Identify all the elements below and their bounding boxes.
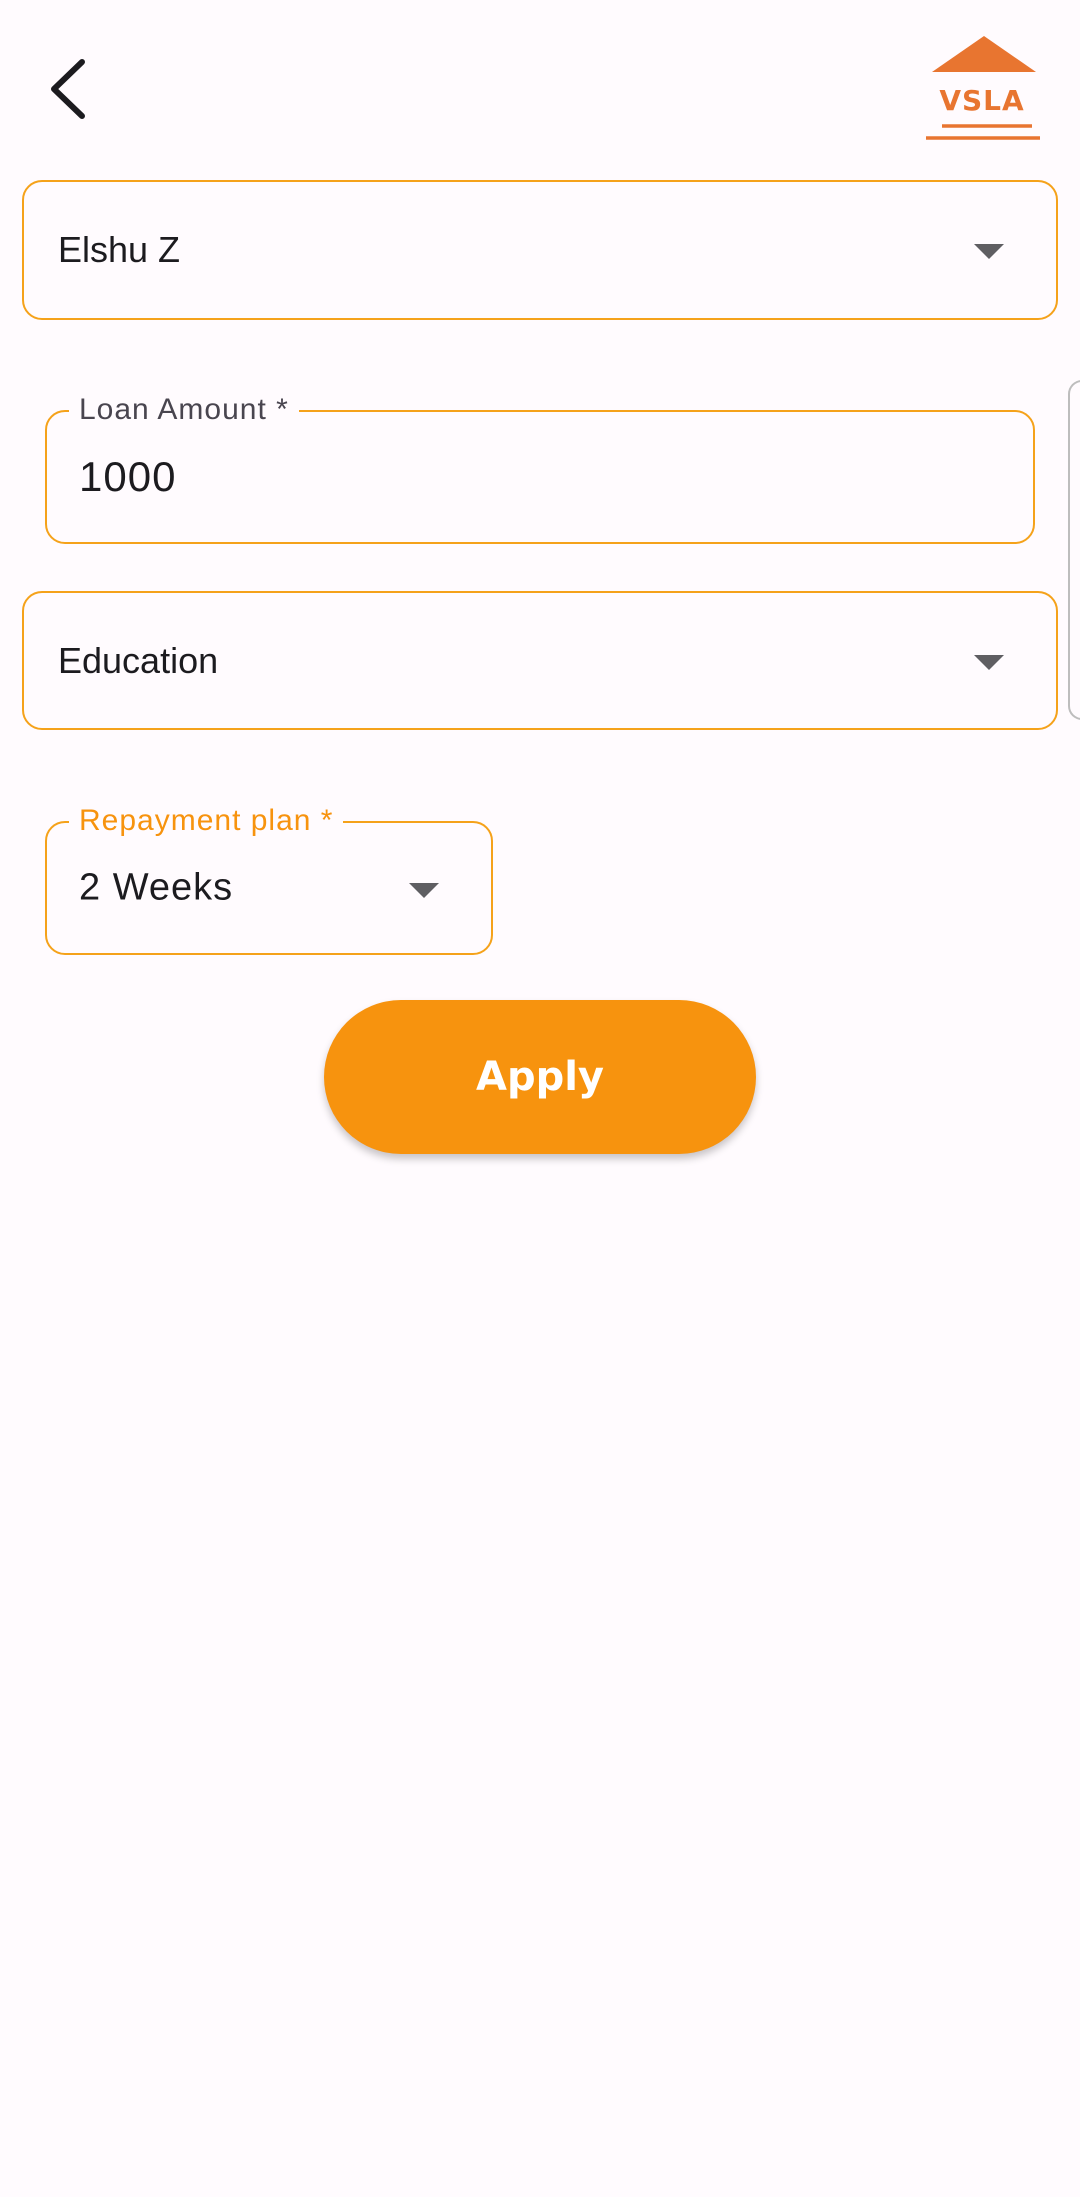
offscreen-panel-edge (1068, 380, 1080, 720)
back-button[interactable] (36, 44, 100, 134)
dropdown-arrow-icon (974, 655, 1004, 670)
logo-text: VSLA (939, 84, 1025, 117)
loan-amount-label: Loan Amount * (69, 390, 299, 430)
repayment-plan-dropdown[interactable]: Repayment plan * 2 Weeks (45, 801, 493, 955)
dropdown-arrow-icon (409, 883, 439, 898)
loan-purpose-dropdown[interactable]: Education (22, 591, 1058, 730)
chevron-left-icon (51, 59, 85, 119)
loan-purpose-value: Education (58, 639, 219, 681)
vsla-logo: VSLA (920, 34, 1048, 146)
dropdown-arrow-icon (974, 244, 1004, 259)
member-dropdown[interactable]: Elshu Z (22, 180, 1058, 320)
loan-amount-input[interactable]: 1000 (79, 453, 176, 501)
member-dropdown-value: Elshu Z (58, 229, 181, 270)
loan-application-screen: VSLA Elshu Z Loan Amount * 1000 Educatio… (0, 0, 1080, 2197)
apply-button[interactable]: Apply (324, 1000, 756, 1154)
repayment-plan-value: 2 Weeks (79, 866, 234, 909)
loan-amount-field[interactable]: Loan Amount * 1000 (45, 390, 1035, 544)
repayment-plan-label: Repayment plan * (69, 801, 344, 841)
